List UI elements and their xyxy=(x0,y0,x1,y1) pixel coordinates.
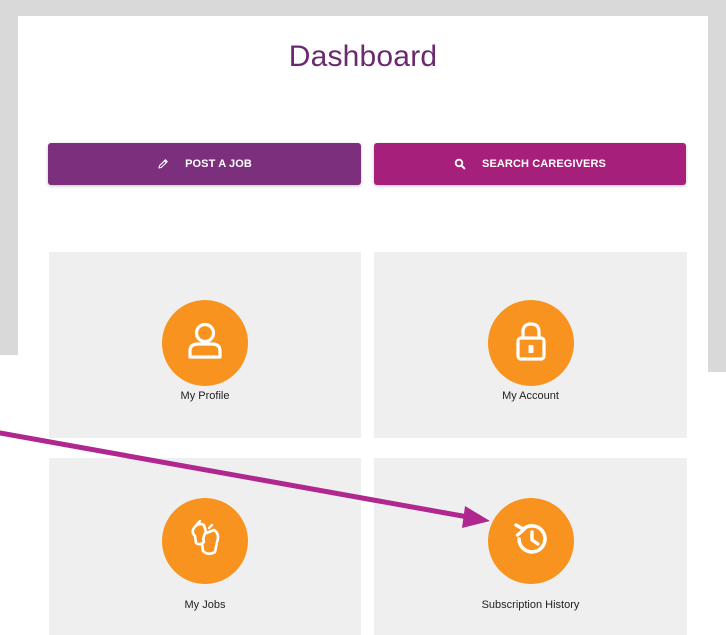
tile-label: My Account xyxy=(502,390,559,402)
history-icon xyxy=(507,515,555,568)
search-icon xyxy=(454,158,466,170)
jobs-icon xyxy=(182,516,228,567)
icon-circle xyxy=(487,300,574,386)
my-profile-tile[interactable]: My Profile xyxy=(49,252,361,438)
icon-circle xyxy=(162,498,248,584)
user-icon xyxy=(182,318,228,369)
subscription-history-tile[interactable]: Subscription History xyxy=(374,458,687,635)
tile-label: Subscription History xyxy=(481,599,580,611)
page-title: Dashboard xyxy=(288,40,438,73)
my-jobs-tile[interactable]: My Jobs xyxy=(49,458,361,635)
tile-label: My Jobs xyxy=(184,599,226,611)
tile-label: My Profile xyxy=(180,390,230,402)
search-caregivers-label: SEARCH CAREGIVERS xyxy=(482,158,606,170)
pencil-icon xyxy=(157,158,169,170)
post-job-label: POST A JOB xyxy=(185,158,252,170)
icon-circle xyxy=(162,300,248,386)
lock-icon xyxy=(508,318,554,369)
my-account-tile[interactable]: My Account xyxy=(374,252,687,438)
post-job-button[interactable]: POST A JOB xyxy=(48,143,361,185)
search-caregivers-button[interactable]: SEARCH CAREGIVERS xyxy=(374,143,686,185)
icon-circle xyxy=(487,498,574,584)
